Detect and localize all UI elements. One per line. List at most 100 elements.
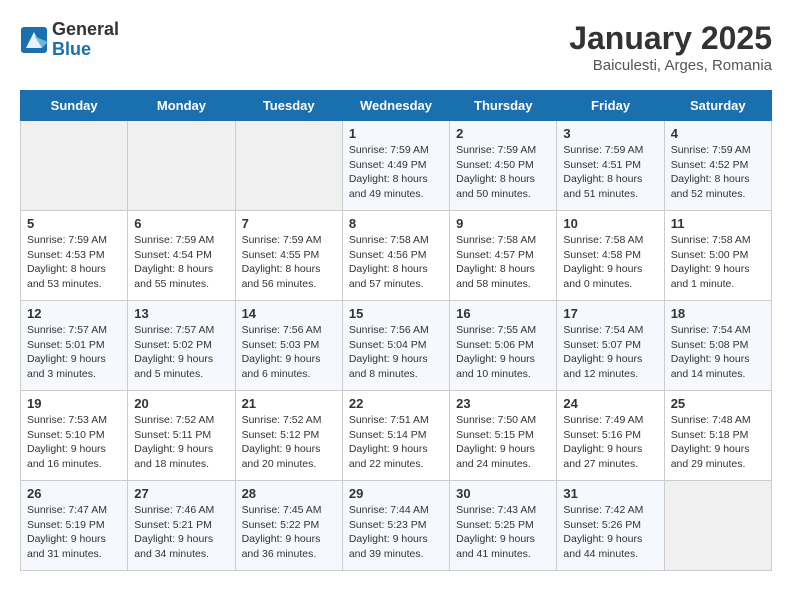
- day-info: Sunrise: 7:51 AM Sunset: 5:14 PM Dayligh…: [349, 413, 443, 472]
- calendar-cell: 27 Sunrise: 7:46 AM Sunset: 5:21 PM Dayli…: [128, 481, 235, 571]
- calendar-cell: 3 Sunrise: 7:59 AM Sunset: 4:51 PM Daylig…: [557, 121, 664, 211]
- calendar-cell: 24 Sunrise: 7:49 AM Sunset: 5:16 PM Dayli…: [557, 391, 664, 481]
- day-info: Sunrise: 7:49 AM Sunset: 5:16 PM Dayligh…: [563, 413, 657, 472]
- weekday-header-thursday: Thursday: [450, 91, 557, 121]
- day-number: 24: [563, 396, 657, 411]
- day-number: 28: [242, 486, 336, 501]
- day-number: 26: [27, 486, 121, 501]
- calendar-cell: 23Sunrise: 7:50 AM Sunset: 5:15 PM Dayli…: [450, 391, 557, 481]
- calendar-cell: [128, 121, 235, 211]
- logo-text-line2: Blue: [52, 40, 119, 60]
- weekday-header-sunday: Sunday: [21, 91, 128, 121]
- day-number: 29: [349, 486, 443, 501]
- day-number: 11: [671, 216, 765, 231]
- day-number: 4: [671, 126, 765, 141]
- day-info: Sunrise: 7:45 AM Sunset: 5:22 PM Dayligh…: [242, 503, 336, 562]
- calendar-cell: 25 Sunrise: 7:48 AM Sunset: 5:18 PM Dayli…: [664, 391, 771, 481]
- day-number: 13: [134, 306, 228, 321]
- calendar-cell: 20 Sunrise: 7:52 AM Sunset: 5:11 PM Dayli…: [128, 391, 235, 481]
- day-info: Sunrise: 7:42 AM Sunset: 5:26 PM Dayligh…: [563, 503, 657, 562]
- calendar-cell: 1 Sunrise: 7:59 AM Sunset: 4:49 PM Daylig…: [342, 121, 449, 211]
- day-info: Sunrise: 7:46 AM Sunset: 5:21 PM Dayligh…: [134, 503, 228, 562]
- calendar-cell: 19Sunrise: 7:53 AM Sunset: 5:10 PM Dayli…: [21, 391, 128, 481]
- calendar-cell: 30Sunrise: 7:43 AM Sunset: 5:25 PM Dayli…: [450, 481, 557, 571]
- month-title: January 2025: [569, 20, 772, 57]
- calendar-cell: 12 Sunrise: 7:57 AM Sunset: 5:01 PM Dayli…: [21, 301, 128, 391]
- calendar-cell: 16 Sunrise: 7:55 AM Sunset: 5:06 PM Dayli…: [450, 301, 557, 391]
- logo-icon: [20, 26, 48, 54]
- weekday-header-tuesday: Tuesday: [235, 91, 342, 121]
- day-number: 6: [134, 216, 228, 231]
- calendar-cell: 6 Sunrise: 7:59 AM Sunset: 4:54 PM Daylig…: [128, 211, 235, 301]
- day-number: 7: [242, 216, 336, 231]
- calendar-cell: 17 Sunrise: 7:54 AM Sunset: 5:07 PM Dayli…: [557, 301, 664, 391]
- day-number: 20: [134, 396, 228, 411]
- weekday-header-saturday: Saturday: [664, 91, 771, 121]
- calendar-cell: 31 Sunrise: 7:42 AM Sunset: 5:26 PM Dayli…: [557, 481, 664, 571]
- day-info: Sunrise: 7:50 AM Sunset: 5:15 PM Dayligh…: [456, 413, 550, 472]
- day-number: 18: [671, 306, 765, 321]
- day-number: 22: [349, 396, 443, 411]
- day-info: Sunrise: 7:59 AM Sunset: 4:54 PM Dayligh…: [134, 233, 228, 292]
- day-number: 15: [349, 306, 443, 321]
- calendar-cell: 2 Sunrise: 7:59 AM Sunset: 4:50 PM Daylig…: [450, 121, 557, 211]
- weekday-header-monday: Monday: [128, 91, 235, 121]
- day-number: 27: [134, 486, 228, 501]
- day-info: Sunrise: 7:57 AM Sunset: 5:01 PM Dayligh…: [27, 323, 121, 382]
- day-number: 16: [456, 306, 550, 321]
- calendar-cell: 26 Sunrise: 7:47 AM Sunset: 5:19 PM Dayli…: [21, 481, 128, 571]
- calendar-header: SundayMondayTuesdayWednesdayThursdayFrid…: [21, 91, 772, 121]
- calendar-cell: 11 Sunrise: 7:58 AM Sunset: 5:00 PM Dayli…: [664, 211, 771, 301]
- day-info: Sunrise: 7:59 AM Sunset: 4:52 PM Dayligh…: [671, 143, 765, 202]
- day-info: Sunrise: 7:58 AM Sunset: 4:58 PM Dayligh…: [563, 233, 657, 292]
- day-number: 31: [563, 486, 657, 501]
- calendar-cell: 21Sunrise: 7:52 AM Sunset: 5:12 PM Dayli…: [235, 391, 342, 481]
- day-info: Sunrise: 7:48 AM Sunset: 5:18 PM Dayligh…: [671, 413, 765, 472]
- day-info: Sunrise: 7:55 AM Sunset: 5:06 PM Dayligh…: [456, 323, 550, 382]
- day-info: Sunrise: 7:54 AM Sunset: 5:07 PM Dayligh…: [563, 323, 657, 382]
- day-info: Sunrise: 7:59 AM Sunset: 4:55 PM Dayligh…: [242, 233, 336, 292]
- day-number: 9: [456, 216, 550, 231]
- day-info: Sunrise: 7:56 AM Sunset: 5:04 PM Dayligh…: [349, 323, 443, 382]
- day-number: 5: [27, 216, 121, 231]
- day-number: 1: [349, 126, 443, 141]
- calendar-cell: 13 Sunrise: 7:57 AM Sunset: 5:02 PM Dayli…: [128, 301, 235, 391]
- calendar-cell: 22 Sunrise: 7:51 AM Sunset: 5:14 PM Dayli…: [342, 391, 449, 481]
- day-number: 12: [27, 306, 121, 321]
- day-info: Sunrise: 7:57 AM Sunset: 5:02 PM Dayligh…: [134, 323, 228, 382]
- calendar-cell: 18 Sunrise: 7:54 AM Sunset: 5:08 PM Dayli…: [664, 301, 771, 391]
- weekday-header-friday: Friday: [557, 91, 664, 121]
- day-number: 3: [563, 126, 657, 141]
- logo-text-line1: General: [52, 20, 119, 40]
- calendar-cell: [235, 121, 342, 211]
- day-info: Sunrise: 7:58 AM Sunset: 5:00 PM Dayligh…: [671, 233, 765, 292]
- day-info: Sunrise: 7:58 AM Sunset: 4:57 PM Dayligh…: [456, 233, 550, 292]
- day-info: Sunrise: 7:53 AM Sunset: 5:10 PM Dayligh…: [27, 413, 121, 472]
- day-info: Sunrise: 7:56 AM Sunset: 5:03 PM Dayligh…: [242, 323, 336, 382]
- calendar-cell: 5Sunrise: 7:59 AM Sunset: 4:53 PM Daylig…: [21, 211, 128, 301]
- day-number: 25: [671, 396, 765, 411]
- calendar-cell: 4 Sunrise: 7:59 AM Sunset: 4:52 PM Daylig…: [664, 121, 771, 211]
- day-number: 17: [563, 306, 657, 321]
- day-info: Sunrise: 7:47 AM Sunset: 5:19 PM Dayligh…: [27, 503, 121, 562]
- day-number: 30: [456, 486, 550, 501]
- calendar-cell: 15 Sunrise: 7:56 AM Sunset: 5:04 PM Dayli…: [342, 301, 449, 391]
- day-number: 21: [242, 396, 336, 411]
- calendar-cell: 14Sunrise: 7:56 AM Sunset: 5:03 PM Dayli…: [235, 301, 342, 391]
- title-area: January 2025 Baiculesti, Arges, Romania: [569, 20, 772, 74]
- day-info: Sunrise: 7:59 AM Sunset: 4:51 PM Dayligh…: [563, 143, 657, 202]
- page-header: General Blue January 2025 Baiculesti, Ar…: [20, 20, 772, 74]
- calendar-cell: 28 Sunrise: 7:45 AM Sunset: 5:22 PM Dayli…: [235, 481, 342, 571]
- calendar-cell: 9 Sunrise: 7:58 AM Sunset: 4:57 PM Daylig…: [450, 211, 557, 301]
- day-number: 10: [563, 216, 657, 231]
- day-info: Sunrise: 7:52 AM Sunset: 5:11 PM Dayligh…: [134, 413, 228, 472]
- day-info: Sunrise: 7:54 AM Sunset: 5:08 PM Dayligh…: [671, 323, 765, 382]
- day-info: Sunrise: 7:59 AM Sunset: 4:49 PM Dayligh…: [349, 143, 443, 202]
- calendar-table: SundayMondayTuesdayWednesdayThursdayFrid…: [20, 90, 772, 571]
- day-info: Sunrise: 7:59 AM Sunset: 4:50 PM Dayligh…: [456, 143, 550, 202]
- day-number: 8: [349, 216, 443, 231]
- day-number: 2: [456, 126, 550, 141]
- calendar-cell: 10 Sunrise: 7:58 AM Sunset: 4:58 PM Dayli…: [557, 211, 664, 301]
- calendar-cell: 29Sunrise: 7:44 AM Sunset: 5:23 PM Dayli…: [342, 481, 449, 571]
- location-subtitle: Baiculesti, Arges, Romania: [569, 57, 772, 74]
